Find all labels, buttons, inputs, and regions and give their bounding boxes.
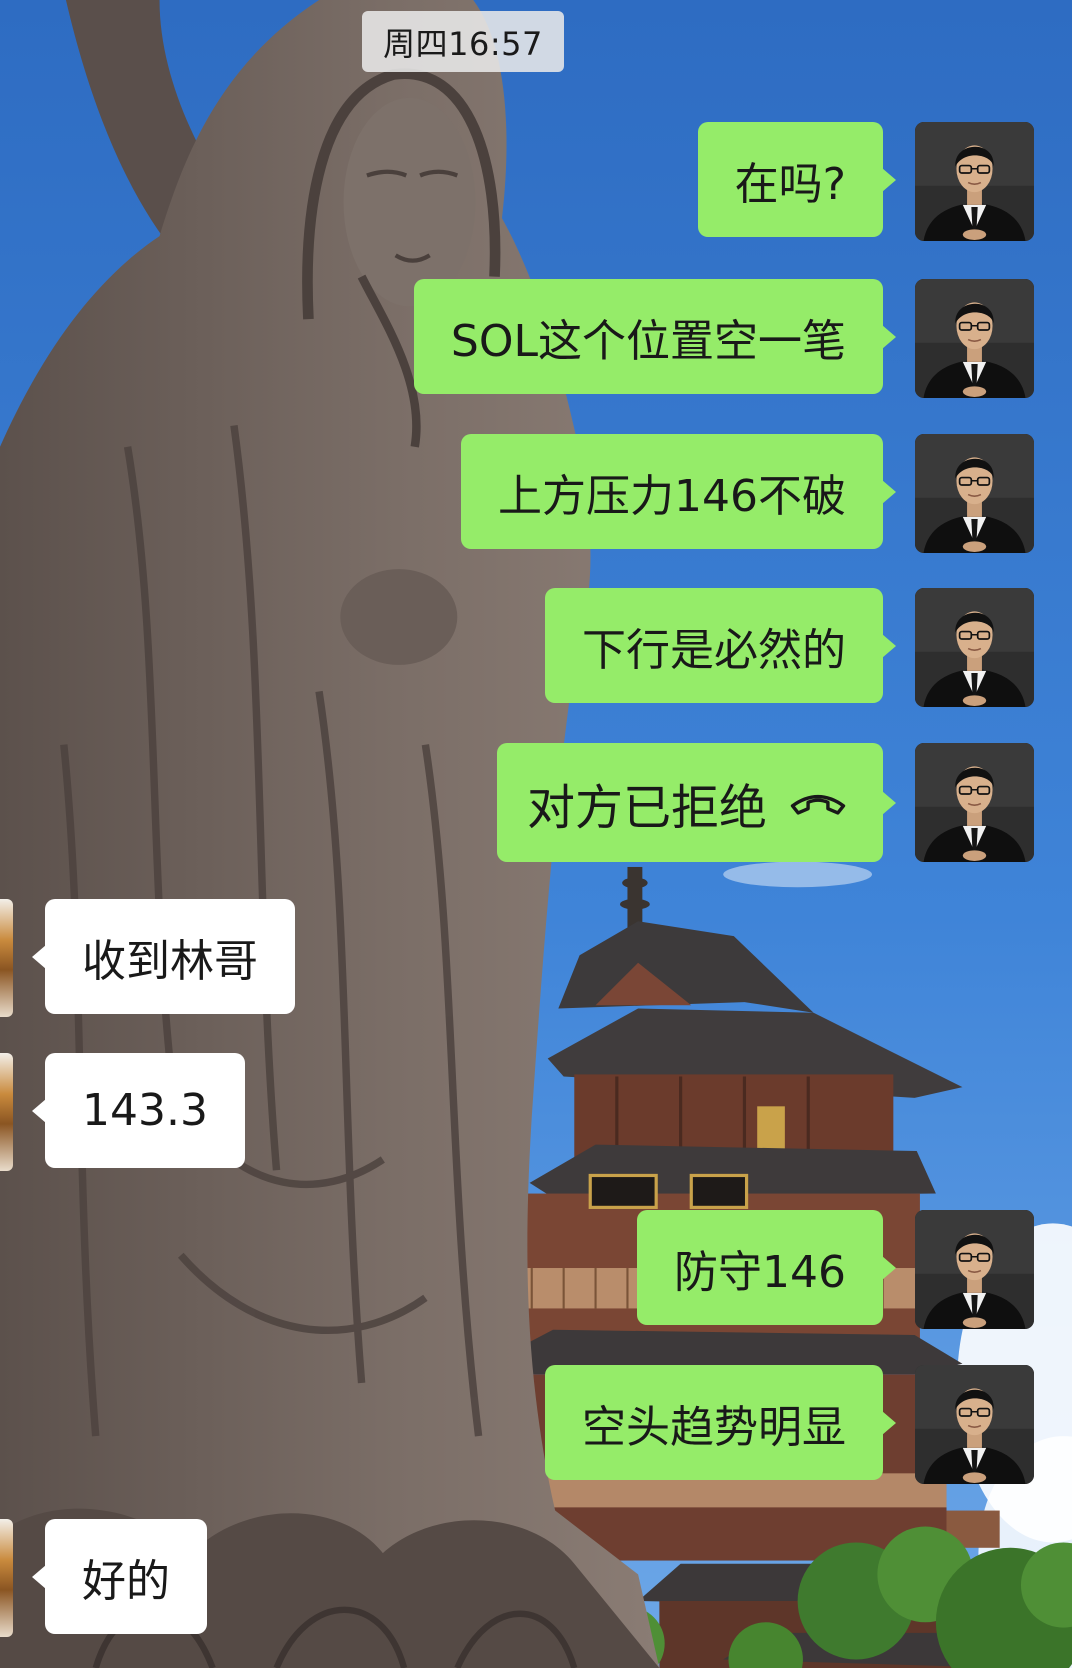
contact-avatar[interactable]	[0, 899, 13, 1017]
self-avatar[interactable]	[915, 588, 1034, 707]
man-in-suit-avatar-icon	[915, 1365, 1034, 1484]
outgoing-message-bubble[interactable]: 下行是必然的	[545, 588, 883, 703]
self-avatar[interactable]	[915, 743, 1034, 862]
man-in-suit-avatar-icon	[915, 1210, 1034, 1329]
man-in-suit-avatar-icon	[915, 434, 1034, 553]
message-text: 好的	[82, 1555, 170, 1607]
self-avatar[interactable]	[915, 1365, 1034, 1484]
incoming-message-bubble[interactable]: 收到林哥	[45, 899, 295, 1014]
man-in-suit-avatar-icon	[915, 122, 1034, 241]
self-avatar[interactable]	[915, 434, 1034, 553]
self-avatar[interactable]	[915, 122, 1034, 241]
contact-avatar[interactable]	[0, 1519, 13, 1637]
incoming-message-bubble[interactable]: 143.3	[45, 1053, 245, 1168]
self-avatar[interactable]	[915, 1210, 1034, 1329]
message-text: SOL这个位置空一笔	[450, 315, 846, 367]
man-in-suit-avatar-icon	[915, 279, 1034, 398]
outgoing-message-bubble[interactable]: SOL这个位置空一笔	[413, 279, 883, 394]
message-text: 下行是必然的	[582, 624, 846, 676]
outgoing-message-bubble[interactable]: 上方压力146不破	[461, 434, 883, 549]
message-text: 对方已拒绝	[526, 779, 767, 836]
contact-avatar[interactable]	[0, 1053, 13, 1171]
outgoing-message-bubble[interactable]: 在吗?	[697, 122, 883, 237]
incoming-message-bubble[interactable]: 好的	[45, 1519, 207, 1634]
message-text: 上方压力146不破	[498, 470, 846, 522]
message-text: 143.3	[82, 1085, 208, 1136]
message-text: 收到林哥	[82, 935, 258, 987]
message-text: 空头趋势明显	[582, 1401, 846, 1453]
message-text: 在吗?	[734, 158, 846, 210]
call-declined-bubble[interactable]: 对方已拒绝	[496, 743, 883, 862]
outgoing-message-bubble[interactable]: 防守146	[637, 1210, 883, 1325]
outgoing-message-bubble[interactable]: 空头趋势明显	[545, 1365, 883, 1480]
message-timestamp: 周四16:57	[362, 11, 564, 72]
man-in-suit-avatar-icon	[915, 743, 1034, 862]
self-avatar[interactable]	[915, 279, 1034, 398]
message-text: 防守146	[674, 1246, 846, 1298]
phone-hangup-icon	[790, 794, 846, 815]
man-in-suit-avatar-icon	[915, 588, 1034, 707]
